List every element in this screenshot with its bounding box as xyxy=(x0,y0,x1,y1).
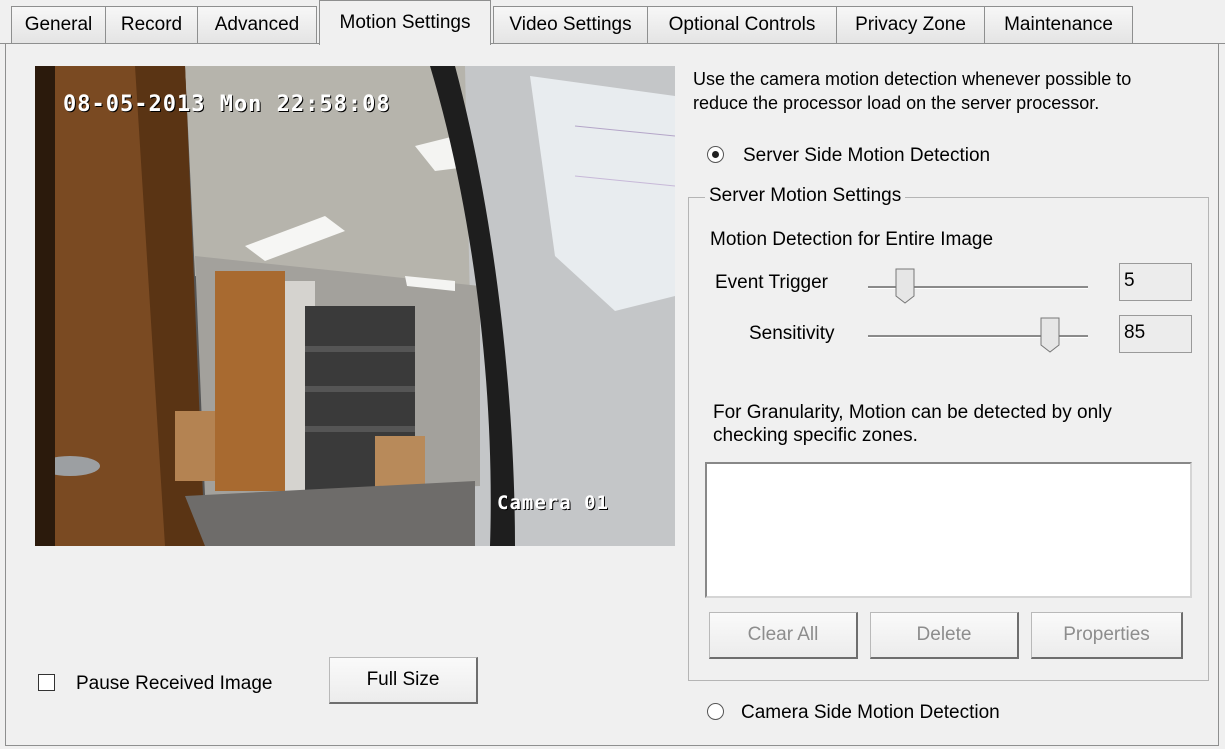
event-trigger-slider[interactable] xyxy=(895,268,915,304)
camera-timestamp-overlay: 08-05-2013 Mon 22:58:08 xyxy=(63,92,391,117)
sensitivity-label: Sensitivity xyxy=(749,323,835,344)
zones-listbox[interactable] xyxy=(705,462,1192,598)
tab-general[interactable]: General xyxy=(11,6,106,43)
tab-video-settings[interactable]: Video Settings xyxy=(493,6,648,43)
server-motion-settings-title: Server Motion Settings xyxy=(705,185,906,207)
full-size-button[interactable]: Full Size xyxy=(329,657,478,704)
server-side-radio[interactable] xyxy=(707,146,724,163)
properties-button[interactable]: Properties xyxy=(1031,612,1183,659)
info-text-line-2: reduce the processor load on the server … xyxy=(693,93,1100,113)
camera-scene-image xyxy=(35,66,675,546)
granularity-text-line-2: checking specific zones. xyxy=(713,425,918,446)
camera-side-radio[interactable] xyxy=(707,703,724,720)
info-text-line-1: Use the camera motion detection whenever… xyxy=(693,69,1132,89)
event-trigger-value[interactable]: 5 xyxy=(1119,263,1192,301)
tab-motion-settings[interactable]: Motion Settings xyxy=(319,0,491,45)
camera-preview: 08-05-2013 Mon 22:58:08 Camera 01 xyxy=(35,66,675,546)
tab-maintenance[interactable]: Maintenance xyxy=(984,6,1133,43)
tab-privacy-zone[interactable]: Privacy Zone xyxy=(836,6,985,43)
camera-name-overlay: Camera 01 xyxy=(497,492,609,514)
sensitivity-slider[interactable] xyxy=(1040,317,1060,353)
clear-all-button[interactable]: Clear All xyxy=(709,612,858,659)
pause-image-label[interactable]: Pause Received Image xyxy=(76,673,272,695)
server-side-radio-label[interactable]: Server Side Motion Detection xyxy=(743,145,990,167)
pause-image-checkbox[interactable] xyxy=(38,674,55,691)
camera-side-radio-label[interactable]: Camera Side Motion Detection xyxy=(741,702,1000,724)
tab-record[interactable]: Record xyxy=(105,6,198,43)
tab-optional-controls[interactable]: Optional Controls xyxy=(647,6,837,43)
tab-advanced[interactable]: Advanced xyxy=(197,6,317,43)
tab-bar: General Record Advanced Motion Settings … xyxy=(0,0,1225,45)
granularity-text-line-1: For Granularity, Motion can be detected … xyxy=(713,402,1112,423)
motion-detection-subtitle: Motion Detection for Entire Image xyxy=(710,229,994,250)
event-trigger-label: Event Trigger xyxy=(715,272,828,293)
radio-selected-dot xyxy=(712,151,719,158)
sensitivity-value[interactable]: 85 xyxy=(1119,315,1192,353)
delete-button[interactable]: Delete xyxy=(870,612,1019,659)
